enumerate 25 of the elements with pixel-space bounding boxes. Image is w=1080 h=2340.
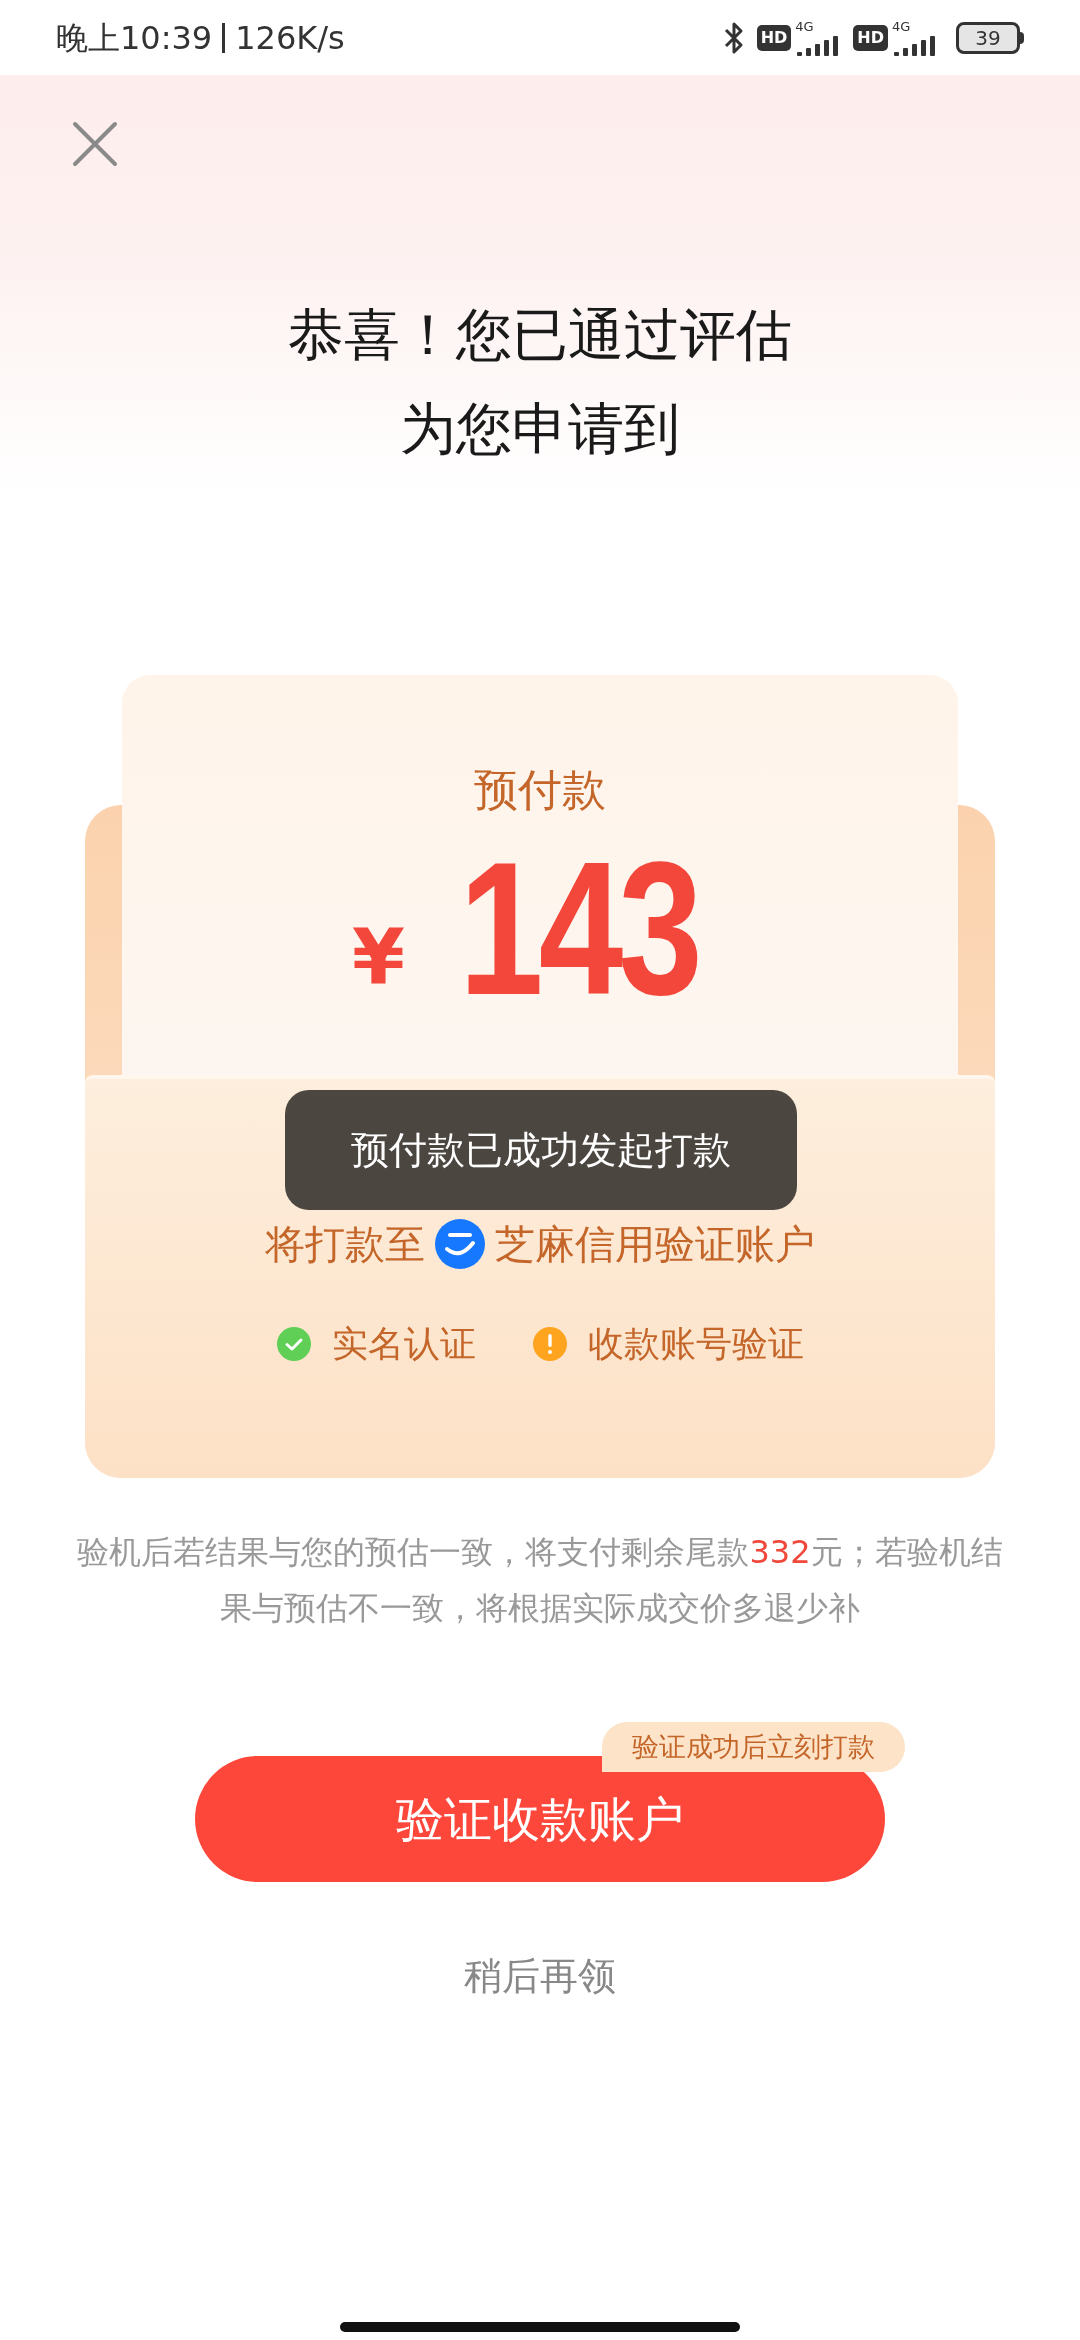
headline: 为您申请到: [400, 395, 680, 463]
currency-symbol: ¥: [352, 913, 405, 1003]
verification-step: 收款账号验证: [588, 1317, 804, 1371]
headline: 恭喜！您已通过评估: [288, 301, 792, 369]
exclamation-circle-icon: [532, 1326, 568, 1362]
prepay-label: 预付款: [474, 765, 606, 815]
hd-badge: HD: [756, 24, 792, 51]
verification-step: 实名认证: [332, 1317, 476, 1371]
network-type: 4G: [795, 19, 814, 34]
check-circle-icon: [276, 1326, 312, 1362]
payee-prefix: 将打款至: [265, 1220, 425, 1269]
status-time: 晚上10:39: [56, 17, 213, 59]
battery-level: 39: [975, 27, 1001, 48]
close-icon[interactable]: [72, 121, 118, 167]
promo-badge: 验证成功后立刻打款: [602, 1722, 905, 1772]
claim-later-link[interactable]: 稍后再领: [464, 1948, 616, 2005]
signal-icon: [892, 33, 938, 56]
network-speed: 126K/s: [235, 17, 345, 59]
settlement-notice: 验机后若结果与您的预估一致，将支付剩余尾款332元；若验机结果与预估不一致，将根据实际成交价多退少补: [76, 1532, 1004, 1629]
network-type: 4G: [892, 19, 911, 34]
hd-badge: HD: [853, 24, 888, 51]
toast-message: 预付款已成功发起打款: [351, 1127, 731, 1173]
payee-account: 芝麻信用验证账户: [495, 1220, 815, 1269]
payment-app-icon: [435, 1219, 485, 1269]
amount-value: 143: [458, 853, 699, 1003]
